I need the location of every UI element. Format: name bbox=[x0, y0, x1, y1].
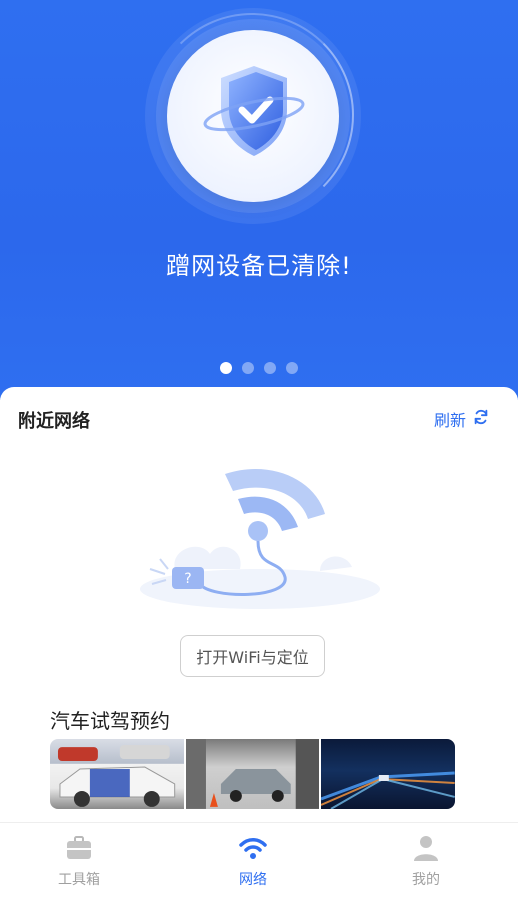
carousel-dot-3[interactable] bbox=[264, 362, 276, 374]
promo-banner[interactable] bbox=[50, 739, 455, 809]
tab-toolbox-label: 工具箱 bbox=[58, 872, 100, 888]
section-title: 附近网络 bbox=[18, 411, 90, 432]
user-icon bbox=[411, 833, 441, 863]
tab-profile[interactable]: 我的 bbox=[376, 833, 476, 889]
hero-banner: 蹭网设备已清除! bbox=[0, 0, 518, 400]
shield-check-icon bbox=[199, 58, 309, 168]
carousel-indicator bbox=[0, 362, 518, 374]
hero-title: 蹭网设备已清除! bbox=[166, 252, 352, 280]
refresh-button[interactable]: 刷新 bbox=[434, 407, 490, 431]
carousel-dot-1[interactable] bbox=[220, 362, 232, 374]
tab-toolbox[interactable]: 工具箱 bbox=[29, 833, 129, 889]
promo-image-classic-car bbox=[50, 739, 186, 809]
wifi-icon bbox=[238, 833, 268, 863]
svg-text:?: ? bbox=[184, 571, 191, 587]
carousel-dot-4[interactable] bbox=[286, 362, 298, 374]
carousel-dot-2[interactable] bbox=[242, 362, 254, 374]
open-wifi-location-button[interactable]: 打开WiFi与定位 bbox=[180, 635, 325, 677]
wifi-disconnected-illustration: ? bbox=[130, 459, 390, 619]
tab-network[interactable]: 网络 bbox=[203, 833, 303, 889]
tab-profile-label: 我的 bbox=[412, 872, 440, 888]
refresh-icon bbox=[472, 408, 490, 430]
promo-title: 汽车试驾预约 bbox=[50, 709, 170, 733]
tab-network-label: 网络 bbox=[239, 872, 267, 888]
promo-image-test-drive bbox=[185, 739, 322, 809]
refresh-label: 刷新 bbox=[433, 411, 466, 430]
promo-image-night-road bbox=[321, 739, 455, 809]
toolbox-icon bbox=[64, 833, 94, 863]
bottom-tab-bar: 工具箱 网络 我的 bbox=[0, 822, 518, 907]
